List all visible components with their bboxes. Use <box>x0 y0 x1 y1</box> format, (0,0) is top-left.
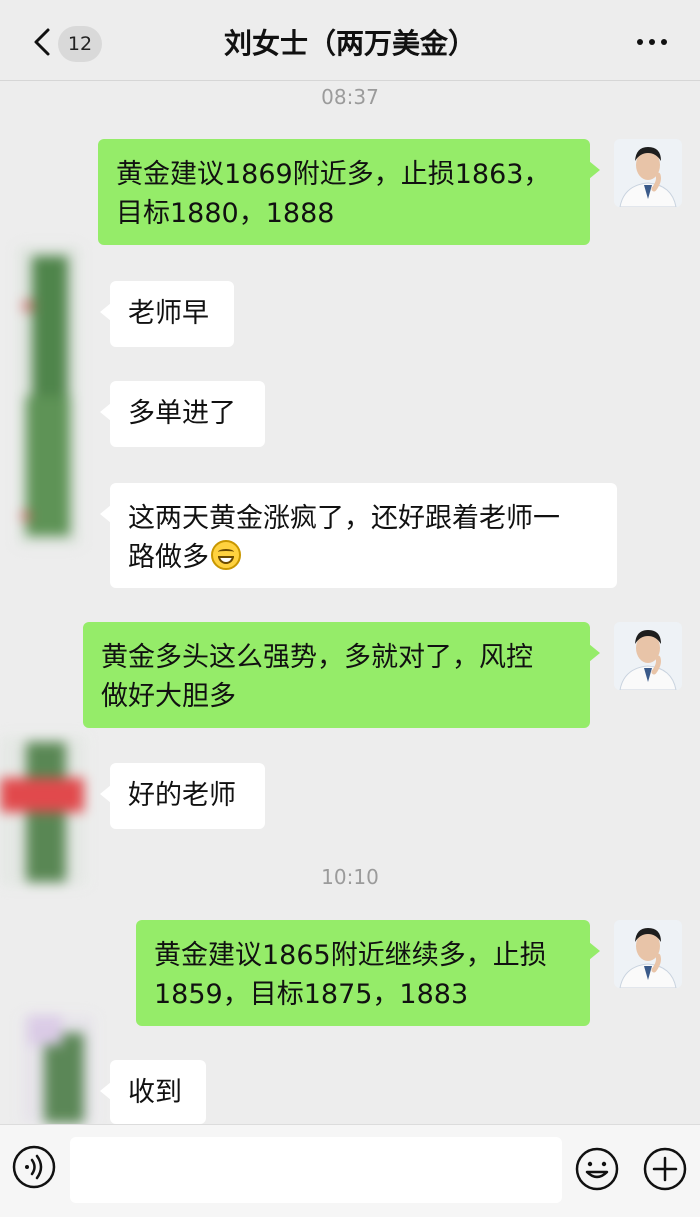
chevron-left-icon <box>34 28 50 56</box>
back-button[interactable] <box>28 22 58 62</box>
more-button[interactable] <box>632 30 672 54</box>
avatar-teacher[interactable] <box>614 622 682 690</box>
unread-count-badge[interactable]: 12 <box>58 26 102 62</box>
chat-title: 刘女士（两万美金） <box>223 27 476 60</box>
voice-button[interactable] <box>12 1145 56 1189</box>
message-bubble-incoming[interactable]: 好的老师 <box>100 763 265 829</box>
input-bar <box>0 1124 700 1217</box>
emoji-button[interactable] <box>574 1146 620 1192</box>
grin-emoji-icon <box>211 540 241 570</box>
message-bubble-outgoing[interactable]: 黄金多头这么强势，多就对了，风控 做好大胆多 <box>83 622 600 728</box>
message-bubble-incoming[interactable]: 老师早 <box>100 281 234 347</box>
message-text: 这两天黄金涨疯了，还好跟着老师一 路做多 <box>128 503 560 573</box>
more-actions-button[interactable] <box>642 1146 688 1192</box>
message-bubble-incoming[interactable]: 收到 <box>100 1060 206 1124</box>
avatar-client[interactable] <box>0 736 86 886</box>
avatar-teacher[interactable] <box>614 920 682 988</box>
avatar-client[interactable] <box>18 246 80 546</box>
timestamp: 08:37 <box>321 85 379 109</box>
message-bubble-outgoing[interactable]: 黄金建议1869附近多，止损1863， 目标1880，1888 <box>98 139 600 245</box>
message-bubble-outgoing[interactable]: 黄金建议1865附近继续多，止损 1859，目标1875，1883 <box>136 920 600 1026</box>
avatar-teacher[interactable] <box>614 139 682 207</box>
plus-icon <box>643 1147 687 1191</box>
voice-icon <box>12 1145 56 1189</box>
emoji-icon <box>575 1147 619 1191</box>
avatar-client[interactable] <box>22 1015 94 1123</box>
message-input[interactable] <box>70 1137 562 1203</box>
message-bubble-incoming[interactable]: 这两天黄金涨疯了，还好跟着老师一 路做多 <box>100 483 617 588</box>
timestamp: 10:10 <box>321 865 379 889</box>
message-bubble-incoming[interactable]: 多单进了 <box>100 381 265 447</box>
chat-header: 12 刘女士（两万美金） <box>0 0 700 81</box>
more-dots-icon <box>637 39 667 45</box>
